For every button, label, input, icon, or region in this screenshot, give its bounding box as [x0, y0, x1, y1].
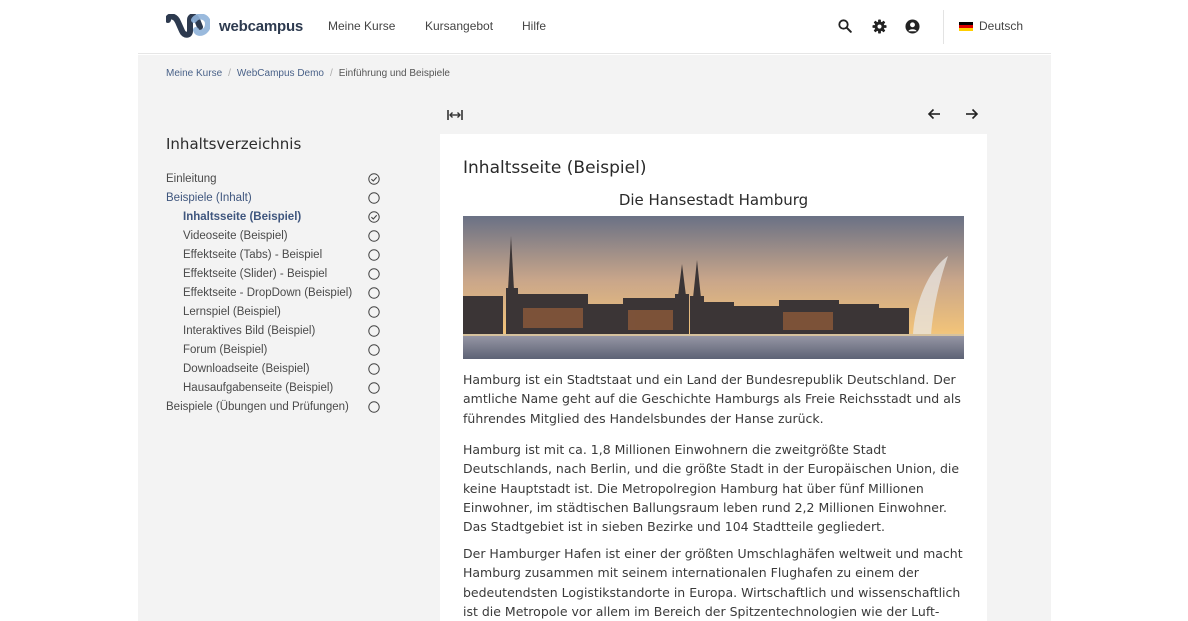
table-of-contents: Einleitung Beispiele (Inhalt) Inhaltsseite… [166, 169, 386, 416]
open-circle-icon [368, 343, 380, 356]
toc-item-label: Effektseite (Slider) - Beispiel [183, 267, 328, 280]
toc-item-label: Inhaltsseite (Beispiel) [183, 210, 302, 223]
webcampus-logo-icon [166, 14, 210, 38]
toc-item-label: Lernspiel (Beispiel) [183, 305, 281, 318]
toc-item-label: Downloadseite (Beispiel) [183, 362, 310, 375]
open-circle-icon [368, 305, 380, 318]
toc-item[interactable]: Einleitung [166, 169, 386, 188]
toc-item-label: Beispiele (Übungen und Prüfungen) [166, 400, 349, 413]
open-circle-icon [368, 362, 380, 375]
toc-title: Inhaltsverzeichnis [166, 135, 302, 153]
search-icon[interactable] [835, 16, 855, 36]
header-divider [943, 10, 944, 44]
open-circle-icon [368, 400, 380, 413]
paragraph: Der Hamburger Hafen ist einer der größte… [463, 546, 963, 619]
language-label: Deutsch [979, 19, 1024, 33]
settings-gear-icon[interactable] [869, 16, 889, 36]
toc-item[interactable]: Downloadseite (Beispiel) [166, 359, 386, 378]
breadcrumb-separator: / [228, 68, 231, 79]
open-circle-icon [368, 191, 380, 204]
logo[interactable]: webcampus [166, 14, 303, 38]
open-circle-icon [368, 229, 380, 242]
open-circle-icon [368, 381, 380, 394]
section-heading: Die Hansestadt Hamburg [618, 191, 809, 209]
breadcrumb-webcampus-demo[interactable]: WebCampus Demo [237, 68, 324, 79]
toc-item-label: Effektseite - DropDown (Beispiel) [183, 286, 353, 299]
open-circle-icon [368, 248, 380, 261]
open-circle-icon [368, 267, 380, 280]
toc-item[interactable]: Hausaufgabenseite (Beispiel) [166, 378, 386, 397]
nav-meine-kurse[interactable]: Meine Kurse [328, 19, 395, 33]
toc-item[interactable]: Beispiele (Inhalt) [166, 188, 386, 207]
toc-item-label: Beispiele (Inhalt) [166, 191, 252, 204]
toc-item-label: Einleitung [166, 172, 217, 185]
toc-item-label: Hausaufgabenseite (Beispiel) [183, 381, 334, 394]
toc-item[interactable]: Lernspiel (Beispiel) [166, 302, 386, 321]
content-card: Inhaltsseite (Beispiel) Die Hansestadt H… [440, 134, 987, 621]
arrow-right-icon[interactable] [965, 107, 979, 126]
open-circle-icon [368, 286, 380, 299]
toc-item[interactable]: Effektseite (Slider) - Beispiel [166, 264, 386, 283]
logo-text: webcampus [219, 17, 304, 35]
paragraph: Hamburg ist ein Stadtstaat und ein Land … [463, 372, 961, 426]
completed-check-icon [368, 210, 380, 223]
language-selector[interactable]: Deutsch [959, 19, 1023, 33]
toc-item[interactable]: Effektseite - DropDown (Beispiel) [166, 283, 386, 302]
expand-width-icon[interactable] [447, 108, 463, 126]
top-navigation-bar: webcampus Meine Kurse Kursangebot Hilfe [138, 0, 1051, 54]
toc-item-label: Interaktives Bild (Beispiel) [183, 324, 316, 337]
toc-item-label: Effektseite (Tabs) - Beispiel [183, 248, 323, 261]
nav-hilfe[interactable]: Hilfe [522, 19, 546, 33]
toc-item[interactable]: Inhaltsseite (Beispiel) [166, 207, 386, 226]
user-account-icon[interactable] [902, 16, 922, 36]
breadcrumb-meine-kurse[interactable]: Meine Kurse [166, 68, 222, 79]
paragraph: Hamburg ist mit ca. 1,8 Millionen Einwoh… [463, 442, 960, 535]
breadcrumb-separator: / [330, 68, 333, 79]
toc-item-label: Videoseite (Beispiel) [183, 229, 288, 242]
arrow-left-icon[interactable] [927, 107, 941, 126]
page-title: Inhaltsseite (Beispiel) [463, 158, 647, 178]
breadcrumb: Meine Kurse / WebCampus Demo / Einführun… [166, 68, 450, 79]
toc-item[interactable]: Forum (Beispiel) [166, 340, 386, 359]
main-area: Meine Kurse / WebCampus Demo / Einführun… [138, 55, 1051, 621]
toc-item[interactable]: Beispiele (Übungen und Prüfungen) [166, 397, 386, 416]
toc-item[interactable]: Effektseite (Tabs) - Beispiel [166, 245, 386, 264]
toc-item-label: Forum (Beispiel) [183, 343, 268, 356]
completed-check-icon [368, 172, 380, 185]
breadcrumb-current: Einführung und Beispiele [338, 68, 450, 79]
open-circle-icon [368, 324, 380, 337]
nav-kursangebot[interactable]: Kursangebot [425, 19, 493, 33]
german-flag-icon [959, 21, 973, 31]
toc-item[interactable]: Videoseite (Beispiel) [166, 226, 386, 245]
hamburg-skyline-image [463, 216, 964, 359]
toc-item[interactable]: Interaktives Bild (Beispiel) [166, 321, 386, 340]
